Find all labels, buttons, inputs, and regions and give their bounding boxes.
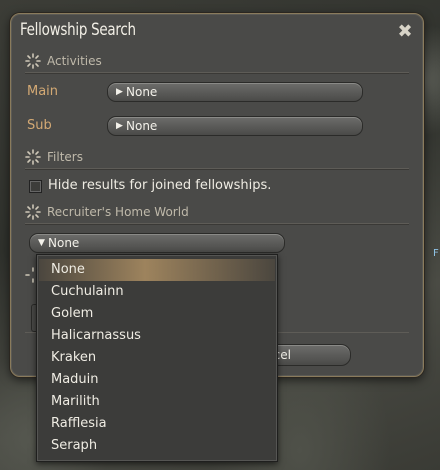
menu-item[interactable]: Rafflesia — [39, 413, 275, 435]
triangle-right-icon: ▶ — [116, 87, 123, 97]
hide-joined-label: Hide results for joined fellowships. — [48, 178, 272, 193]
menu-item[interactable]: None — [39, 259, 275, 281]
triangle-right-icon: ▶ — [116, 121, 123, 131]
section-label: Filters — [47, 150, 83, 164]
home-world-menu: None Cuchulainn Golem Halicarnassus Krak… — [36, 254, 278, 462]
gear-spark-icon — [25, 53, 41, 69]
menu-item[interactable]: Kraken — [39, 347, 275, 369]
section-label: Activities — [47, 54, 102, 68]
divider — [25, 223, 409, 225]
menu-item[interactable]: Maduin — [39, 369, 275, 391]
section-label: Recruiter's Home World — [47, 205, 189, 219]
edge-marker-icon: F — [433, 248, 439, 259]
menu-item[interactable]: Golem — [39, 303, 275, 325]
gear-spark-icon — [25, 204, 41, 220]
menu-item[interactable]: Cuchulainn — [39, 281, 275, 303]
menu-item[interactable]: Marilith — [39, 391, 275, 413]
main-label: Main — [27, 84, 59, 99]
menu-item[interactable]: Seraph — [39, 435, 275, 457]
divider — [25, 168, 409, 170]
sub-label: Sub — [27, 118, 52, 133]
main-activity-dropdown[interactable]: ▶ None — [107, 82, 363, 102]
dropdown-value: None — [126, 119, 158, 133]
hide-joined-checkbox[interactable] — [29, 180, 42, 193]
divider — [25, 72, 409, 74]
gear-spark-icon — [25, 149, 41, 165]
home-world-dropdown[interactable]: ▼ None — [29, 233, 285, 253]
triangle-down-icon: ▼ — [38, 238, 45, 248]
window-title: Fellowship Search — [20, 20, 136, 40]
dropdown-value: None — [48, 236, 80, 250]
sub-activity-dropdown[interactable]: ▶ None — [107, 116, 363, 136]
dropdown-value: None — [126, 85, 158, 99]
close-icon[interactable]: ✖ — [395, 22, 415, 42]
menu-item[interactable]: Halicarnassus — [39, 325, 275, 347]
